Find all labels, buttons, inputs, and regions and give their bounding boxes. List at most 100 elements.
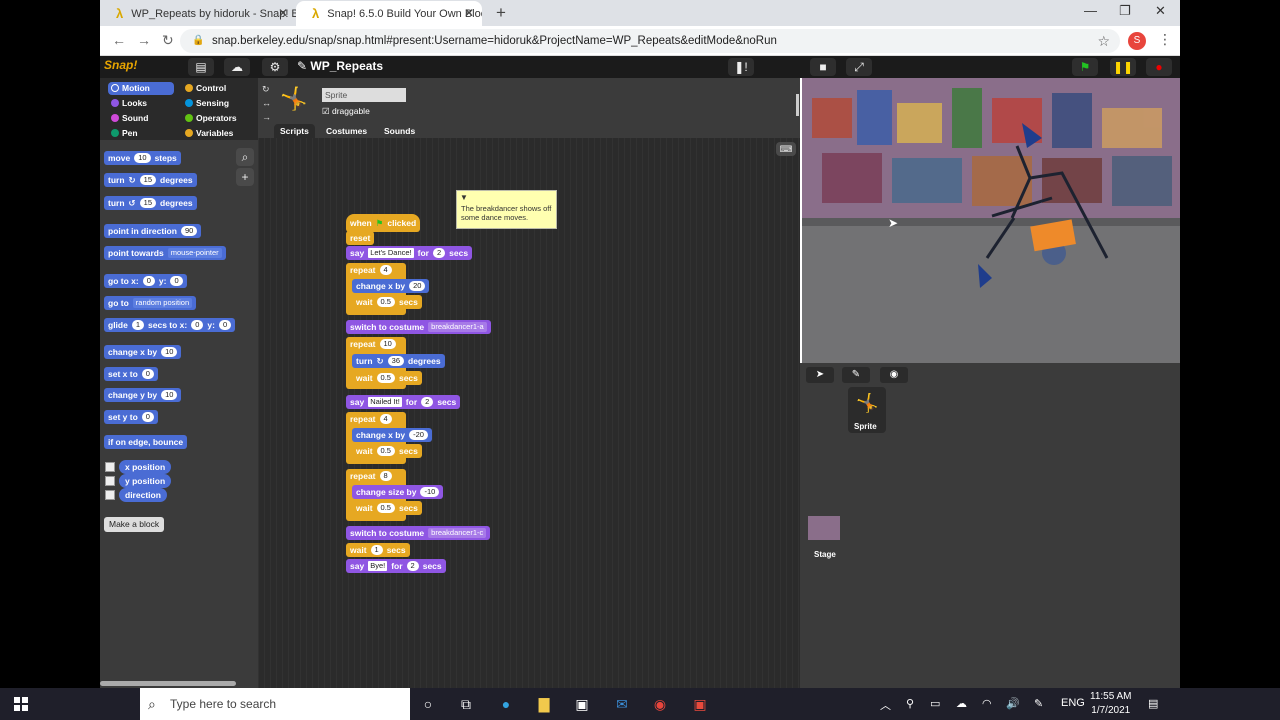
notifications-icon[interactable]: ▤ <box>1148 697 1158 710</box>
close-tab-icon[interactable]: ✕ <box>278 6 288 20</box>
pause-button[interactable]: ❚❚ <box>1110 58 1136 76</box>
stop-button[interactable]: ● <box>1146 58 1172 76</box>
task-view-icon[interactable]: ⧉ <box>456 695 476 713</box>
tab-sounds[interactable]: Sounds <box>384 126 415 136</box>
tab-wp-repeats[interactable]: λ WP_Repeats by hidoruk - Snap! B ✕ <box>100 1 296 26</box>
close-tab-icon[interactable]: ✕ <box>464 6 474 20</box>
block-point-in-direction[interactable]: point in direction 90 <box>104 224 202 238</box>
volume-icon[interactable]: 🔊 <box>1006 697 1020 710</box>
script-comment[interactable]: ▼ The breakdancer shows off some dance m… <box>456 190 557 229</box>
profile-avatar[interactable]: S <box>1128 32 1146 50</box>
block-say-for[interactable]: say Let's Dance! for 2 secs <box>346 246 473 260</box>
direction-checkbox[interactable] <box>105 490 115 500</box>
mail-icon[interactable]: ✉ <box>612 695 632 713</box>
search-icon[interactable]: ⌕ <box>236 148 254 166</box>
settings-gear-icon[interactable]: ⚙ <box>262 58 288 76</box>
block-go-to[interactable]: go to random position <box>104 296 197 310</box>
category-pen[interactable]: Pen <box>108 127 174 140</box>
tab-snap-editor[interactable]: λ Snap! 6.5.0 Build Your Own Block ✕ <box>296 1 482 26</box>
category-sensing[interactable]: Sensing <box>182 97 248 110</box>
reporter-x-position[interactable]: x position <box>119 460 172 474</box>
tray-app-icon[interactable]: ⚲ <box>906 697 914 710</box>
keyboard-icon[interactable]: ⌨ <box>776 142 796 156</box>
rotation-style-icons[interactable]: ↻ ↔ → <box>262 82 271 124</box>
chrome-menu-icon[interactable]: ⋮ <box>1158 31 1172 48</box>
stage[interactable]: ➤ <box>802 78 1180 363</box>
block-turn-right[interactable]: turn ↻ 15 degrees <box>104 173 197 187</box>
wifi-icon[interactable]: ◠ <box>982 697 992 710</box>
presentation-mode-icon[interactable]: ⤢ <box>846 58 872 76</box>
close-window-icon[interactable]: ✕ <box>1155 3 1166 19</box>
add-icon[interactable]: + <box>236 168 254 186</box>
block-wait[interactable]: wait 0.5 secs <box>352 501 422 515</box>
category-variables[interactable]: Variables <box>182 127 248 140</box>
sprite-thumbnail-card[interactable]: 🤸 Sprite <box>848 387 886 433</box>
file-explorer-icon[interactable]: ▇ <box>534 695 554 713</box>
draggable-checkbox[interactable]: ☑ draggable <box>322 106 370 117</box>
category-operators[interactable]: Operators <box>182 112 248 125</box>
block-change-y[interactable]: change y by 10 <box>104 388 182 402</box>
block-set-x[interactable]: set x to 0 <box>104 367 158 381</box>
block-turn-left[interactable]: turn ↺ 15 degrees <box>104 196 197 210</box>
minimize-icon[interactable]: — <box>1084 3 1097 18</box>
edge-icon[interactable]: ● <box>496 695 516 713</box>
reload-icon[interactable]: ↻ <box>162 32 174 49</box>
block-wait[interactable]: wait 0.5 secs <box>352 444 422 458</box>
chrome-icon[interactable]: ◉ <box>650 695 670 713</box>
new-tab-button[interactable]: + <box>496 3 506 23</box>
footprints-icon[interactable]: ❚! <box>728 58 754 76</box>
when-flag-clicked-hat[interactable]: when ⚑ clicked <box>346 214 421 232</box>
palette-scrollbar[interactable] <box>100 681 236 686</box>
recorder-icon[interactable]: ▣ <box>690 695 710 713</box>
block-move[interactable]: move 10 steps <box>104 151 181 165</box>
block-switch-costume[interactable]: switch to costume breakdancer1-c <box>346 526 491 540</box>
category-sound[interactable]: Sound <box>108 112 174 125</box>
block-change-x[interactable]: change x by -20 <box>352 428 432 442</box>
stage-thumbnail[interactable] <box>808 516 840 540</box>
camera-icon[interactable]: ◉ <box>880 367 908 383</box>
block-turn[interactable]: turn ↻ 36 degrees <box>352 354 445 368</box>
back-icon[interactable]: ← <box>112 32 126 48</box>
block-wait[interactable]: wait 0.5 secs <box>352 371 422 385</box>
y-position-checkbox[interactable] <box>105 476 115 486</box>
language-indicator[interactable]: ENG <box>1061 697 1085 709</box>
restore-icon[interactable]: ❐ <box>1119 3 1131 19</box>
reporter-y-position[interactable]: y position <box>119 474 172 488</box>
block-say-for[interactable]: say Bye! for 2 secs <box>346 559 446 573</box>
green-flag-button[interactable]: ⚑ <box>1072 58 1098 76</box>
arrow-tool-icon[interactable]: ➤ <box>806 367 834 383</box>
scripts-area[interactable]: ⌨ when ⚑ clicked reset say Let's Dance! for 2… <box>258 138 800 688</box>
scripts-scrollbar[interactable] <box>796 94 799 116</box>
block-change-size[interactable]: change size by -10 <box>352 485 444 499</box>
block-set-y[interactable]: set y to 0 <box>104 410 158 424</box>
cortana-icon[interactable]: ○ <box>418 695 438 713</box>
onedrive-icon[interactable]: ☁ <box>956 697 967 710</box>
cloud-icon[interactable]: ☁ <box>224 58 250 76</box>
block-change-x[interactable]: change x by 20 <box>352 279 430 293</box>
tab-costumes[interactable]: Costumes <box>326 126 367 136</box>
tray-chevron-icon[interactable]: ︿ <box>880 697 891 713</box>
file-icon[interactable]: ▤ <box>188 58 214 76</box>
block-point-towards[interactable]: point towards mouse-pointer <box>104 246 226 260</box>
category-looks[interactable]: Looks <box>108 97 174 110</box>
block-change-x[interactable]: change x by 10 <box>104 345 182 359</box>
block-go-to-xy[interactable]: go to x: 0 y: 0 <box>104 274 187 288</box>
category-control[interactable]: Control <box>182 82 248 95</box>
make-a-block-button[interactable]: Make a block <box>104 517 165 532</box>
battery-icon[interactable]: ▭ <box>930 697 940 710</box>
block-say-for[interactable]: say Nailed It! for 2 secs <box>346 395 461 409</box>
store-icon[interactable]: ▣ <box>572 695 592 713</box>
snap-logo[interactable]: Snap! <box>104 58 137 72</box>
block-glide[interactable]: glide 1 secs to x: 0 y: 0 <box>104 318 236 332</box>
block-bounce[interactable]: if on edge, bounce <box>104 435 188 449</box>
normal-stage-icon[interactable]: ■ <box>810 58 836 76</box>
windows-start-icon[interactable] <box>14 697 28 711</box>
bookmark-star-icon[interactable]: ☆ <box>1097 29 1110 53</box>
sprite-name-field[interactable]: Sprite <box>322 88 406 102</box>
tab-scripts[interactable]: Scripts <box>274 124 315 138</box>
block-switch-costume[interactable]: switch to costume breakdancer1-a <box>346 320 491 334</box>
reporter-direction[interactable]: direction <box>119 488 167 502</box>
block-wait[interactable]: wait 0.5 secs <box>352 295 422 309</box>
block-reset[interactable]: reset <box>346 231 375 245</box>
x-position-checkbox[interactable] <box>105 462 115 472</box>
